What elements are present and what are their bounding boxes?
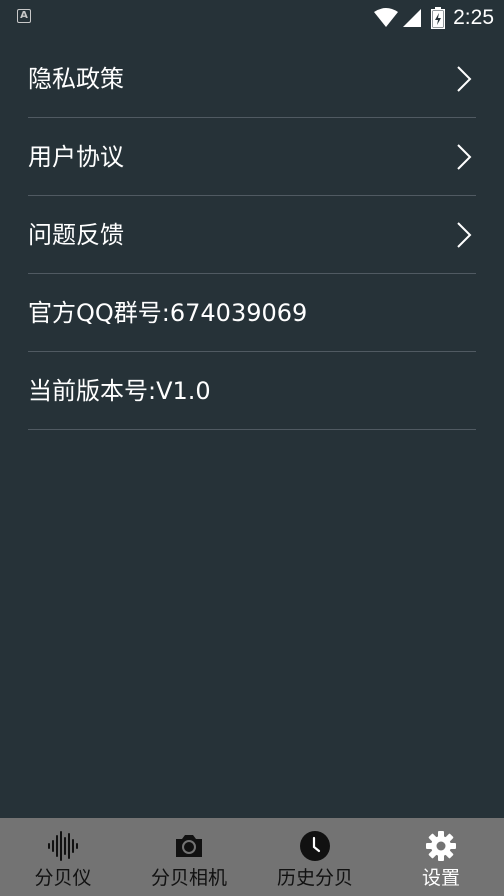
cellular-signal-icon — [403, 9, 422, 27]
status-indicators: 2:25 — [374, 4, 494, 32]
settings-item-label: 官方QQ群号:674039069 — [28, 298, 308, 327]
nav-item-decibel-meter[interactable]: 分贝仪 — [0, 818, 126, 896]
nav-item-history[interactable]: 历史分贝 — [252, 818, 378, 896]
settings-item-user-agreement[interactable]: 用户协议 — [28, 118, 476, 196]
wifi-icon — [374, 8, 399, 27]
gear-icon — [426, 831, 456, 861]
camera-icon — [176, 835, 202, 857]
waveform-icon — [48, 831, 78, 861]
settings-list: 隐私政策 用户协议 问题反馈 官方QQ群号:674039069 当前版本号:V1… — [28, 40, 476, 430]
settings-item-qq-group: 官方QQ群号:674039069 — [28, 274, 476, 352]
bottom-nav: 分贝仪 分贝相机 历史分贝 设置 — [0, 818, 504, 896]
settings-item-label: 当前版本号:V1.0 — [28, 376, 211, 405]
nav-label: 历史分贝 — [276, 867, 353, 889]
nav-label: 设置 — [421, 867, 460, 889]
nav-label: 分贝仪 — [34, 867, 92, 889]
settings-item-privacy-policy[interactable]: 隐私政策 — [28, 40, 476, 118]
settings-item-label: 问题反馈 — [28, 220, 124, 249]
settings-item-version: 当前版本号:V1.0 — [28, 352, 476, 430]
settings-item-label: 用户协议 — [28, 142, 124, 171]
app-notification-icon: A — [17, 9, 31, 23]
chevron-right-icon — [457, 221, 472, 248]
chevron-right-icon — [457, 65, 472, 92]
nav-item-settings[interactable]: 设置 — [378, 818, 504, 896]
status-time: 2:25 — [453, 6, 494, 29]
settings-item-feedback[interactable]: 问题反馈 — [28, 196, 476, 274]
clock-icon — [300, 831, 330, 861]
chevron-right-icon — [457, 143, 472, 170]
status-bar: A 2:25 — [0, 0, 504, 36]
nav-item-decibel-camera[interactable]: 分贝相机 — [126, 818, 252, 896]
battery-charging-icon — [431, 7, 446, 29]
settings-item-label: 隐私政策 — [28, 64, 124, 93]
nav-label: 分贝相机 — [150, 867, 227, 889]
